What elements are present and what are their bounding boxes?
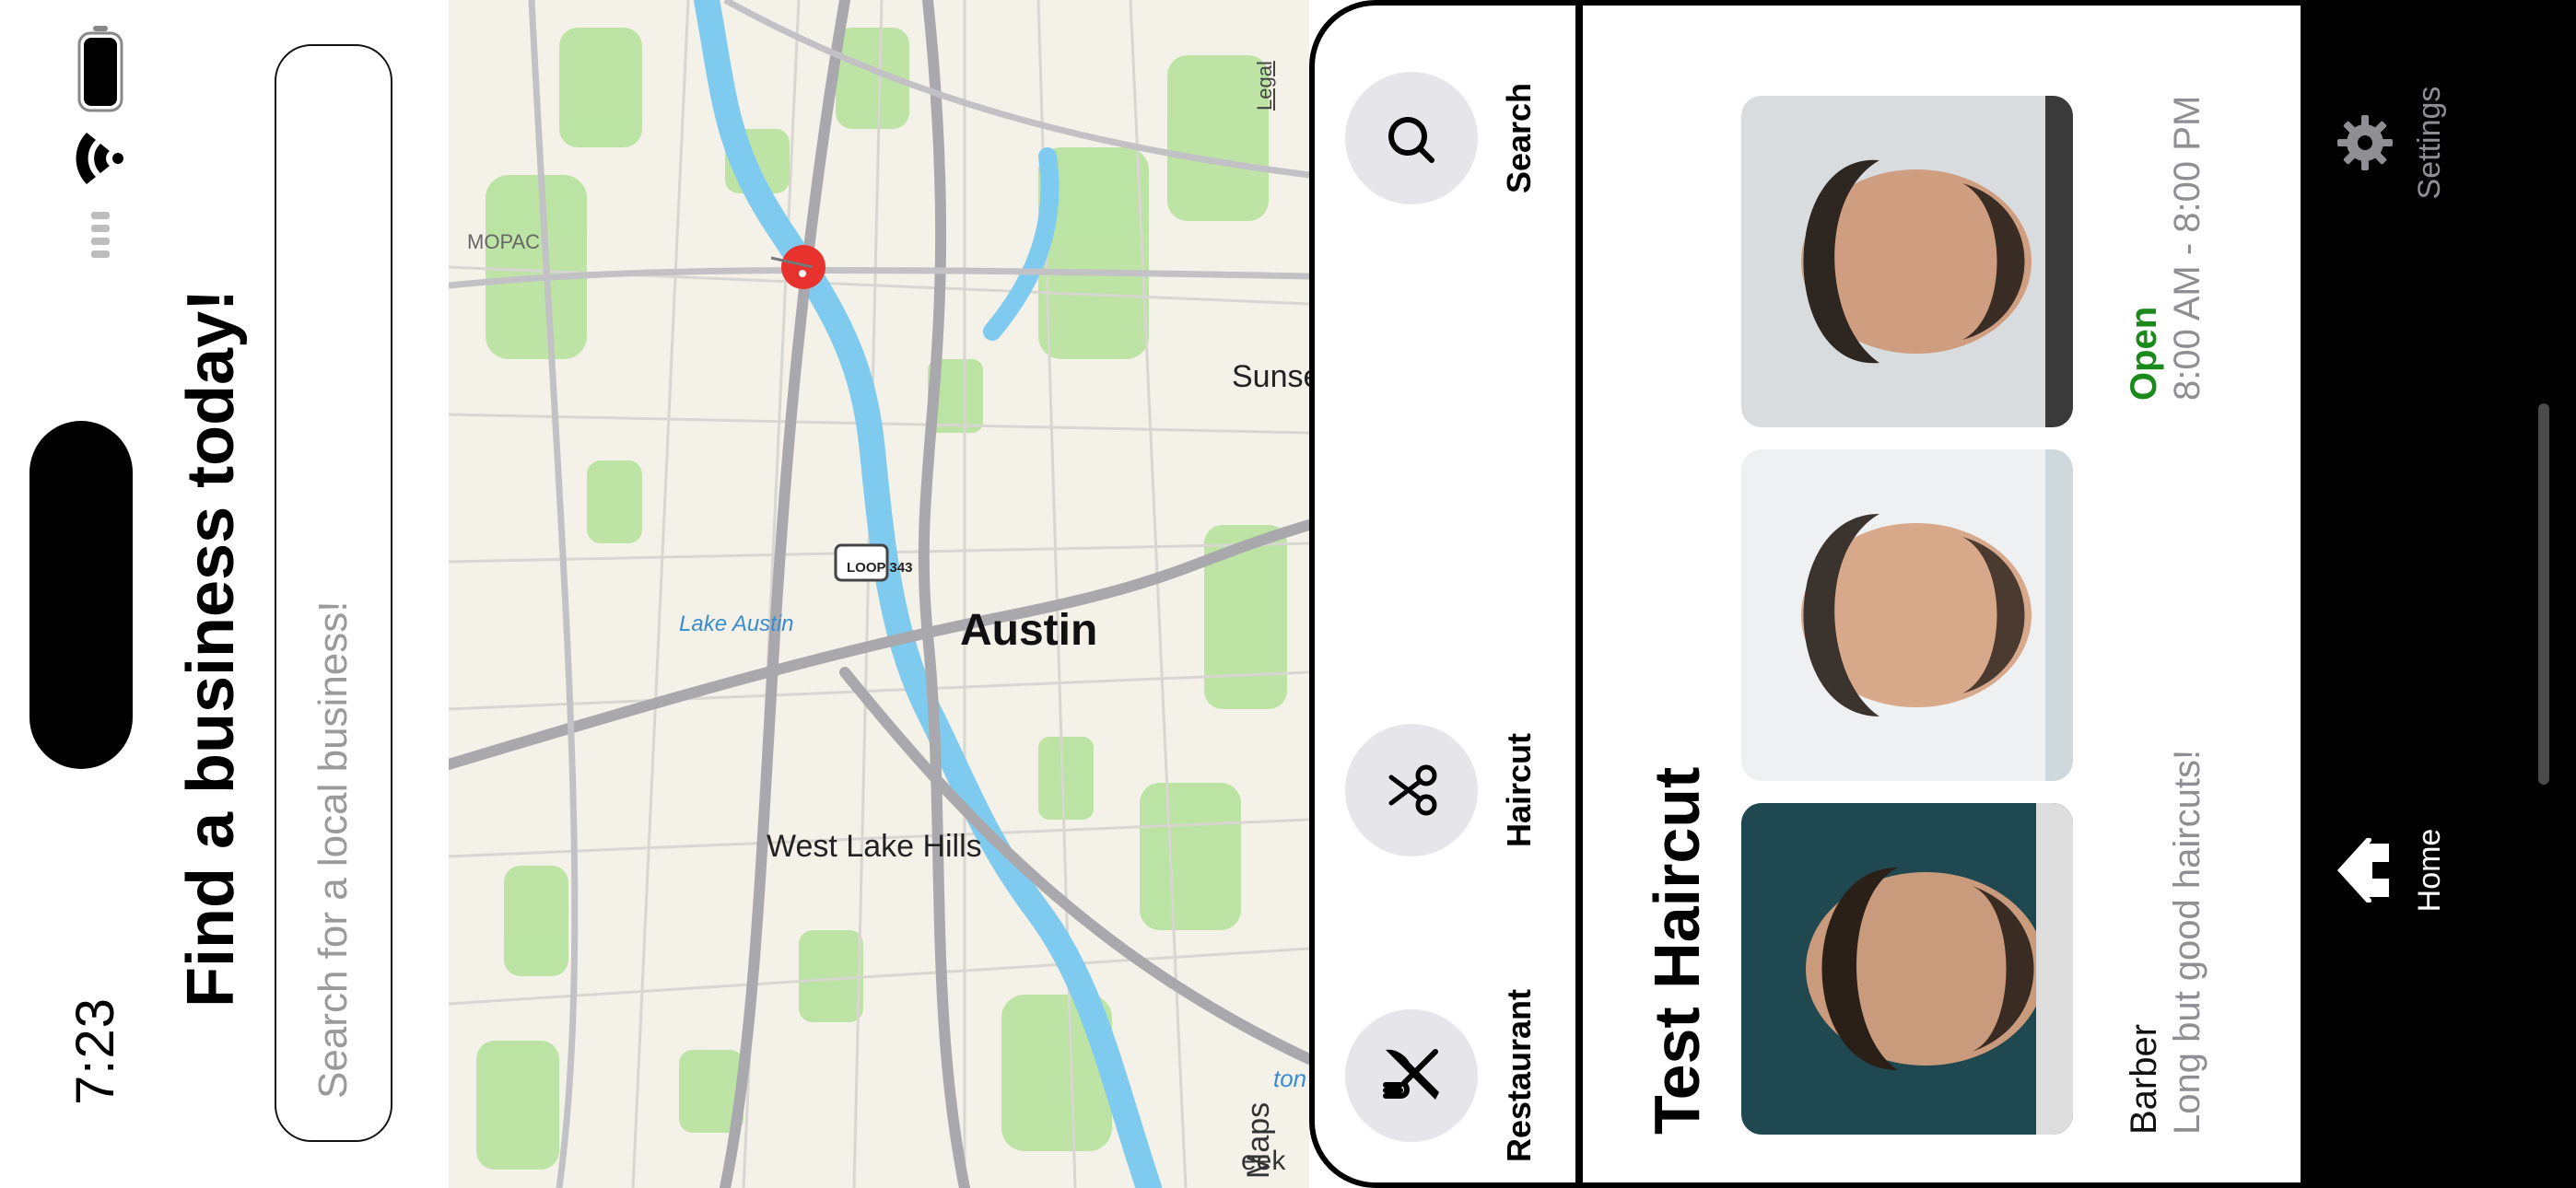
search-field[interactable] xyxy=(275,44,392,1142)
cellular-dots-icon xyxy=(91,212,110,258)
business-photo[interactable] xyxy=(1741,449,2073,781)
tab-home[interactable]: Home xyxy=(2336,778,2448,962)
business-photo[interactable] xyxy=(1741,803,2073,1135)
category-label: Restaurant xyxy=(1500,988,1538,1163)
haircut-category-circle xyxy=(1345,724,1478,856)
page-title: Find a business today! xyxy=(174,288,248,1007)
status-icons xyxy=(59,18,142,258)
business-photo[interactable] xyxy=(1741,96,2073,427)
map-water-label: Lake Austin xyxy=(679,611,794,636)
tab-label: Home xyxy=(2412,828,2447,913)
open-status: Open xyxy=(2124,306,2164,401)
gear-icon xyxy=(2337,115,2393,170)
svg-text:LOOP 343: LOOP 343 xyxy=(847,560,912,576)
map-road-label: MOPAC xyxy=(467,230,540,253)
map-water-label: ton Creek xyxy=(1273,1065,1309,1092)
category-label: Search xyxy=(1500,82,1538,194)
business-description: Long but good haircuts! xyxy=(2167,749,2207,1135)
battery-icon xyxy=(77,26,123,112)
sheet-divider xyxy=(1575,0,1583,1188)
dynamic-island xyxy=(29,421,133,769)
business-type: Barber xyxy=(2124,1023,2164,1135)
map-legal-link[interactable]: Legal xyxy=(1253,61,1277,111)
search-category-circle xyxy=(1345,72,1478,204)
wifi-icon xyxy=(76,133,123,184)
app-screen: 7:23 Find a business today! Search for a… xyxy=(0,0,2576,1188)
category-restaurant-button[interactable]: Restaurant xyxy=(1345,989,1539,1162)
status-time: 7:23 xyxy=(65,997,125,1105)
map-place-label: Sunset Valley xyxy=(1232,359,1309,394)
business-hours: 8:00 AM - 8:00 PM xyxy=(2167,95,2207,401)
tab-label: Settings xyxy=(2412,86,2447,200)
home-icon xyxy=(2336,837,2389,903)
category-haircut-button[interactable]: Haircut xyxy=(1345,724,1539,856)
home-indicator xyxy=(2538,403,2549,785)
fork-knife-icon xyxy=(1383,1049,1439,1100)
scissors-icon xyxy=(1388,764,1437,816)
map-place-label: West Lake Hills xyxy=(767,829,982,864)
map-city-label: Austin xyxy=(960,606,1097,655)
tab-settings[interactable]: Settings xyxy=(2336,51,2448,235)
business-name[interactable]: Test Haircut xyxy=(1640,767,1714,1135)
restaurant-category-circle xyxy=(1345,1009,1478,1142)
map-attribution: Maps xyxy=(1241,1102,1276,1179)
category-label: Haircut xyxy=(1500,732,1538,848)
map-view[interactable]: Austin West Lake Hills Sunset Valley Lak… xyxy=(449,0,1309,1188)
search-input[interactable] xyxy=(276,46,391,1140)
search-icon xyxy=(1388,117,1434,163)
category-search-button[interactable]: Search xyxy=(1345,72,1539,204)
